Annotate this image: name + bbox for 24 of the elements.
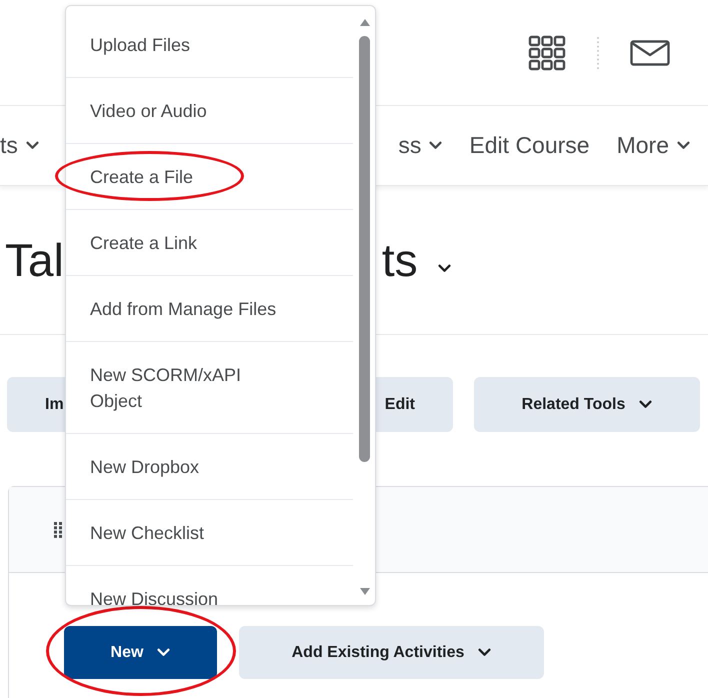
add-activities-button[interactable]: Add Existing Activities [239, 626, 544, 679]
nav-link[interactable]: ss [398, 128, 442, 163]
nav-link[interactable]: More [616, 128, 690, 163]
menu-item[interactable]: Video or Audio [66, 78, 353, 144]
nav-link[interactable]: Edit Course [469, 128, 590, 163]
mail-icon[interactable] [630, 40, 670, 66]
menu-item[interactable]: Add from Manage Files [66, 276, 353, 342]
menu-item[interactable]: Create a Link [66, 210, 353, 276]
scroll-down-icon[interactable] [360, 588, 370, 595]
menu-item[interactable]: Create a File [66, 144, 353, 210]
menu-item[interactable]: New SCORM/xAPI Object [66, 342, 353, 434]
divider-dots-icon [596, 36, 600, 70]
toolbar-button[interactable]: Related Tools [474, 377, 700, 432]
menu-item[interactable]: New Discussion [66, 566, 353, 605]
grid-icon[interactable] [528, 34, 566, 70]
scrollbar-thumb[interactable] [359, 36, 370, 462]
menu-item[interactable]: Upload Files [66, 12, 353, 78]
scroll-up-icon[interactable] [360, 19, 370, 26]
page-title: Tal [5, 232, 64, 288]
nav-link[interactable]: ts [0, 128, 39, 163]
menu-item[interactable]: New Dropbox [66, 434, 353, 500]
new-button[interactable]: New [64, 626, 217, 679]
page-title: ts [382, 232, 418, 288]
drag-handle-icon[interactable] [54, 522, 62, 538]
